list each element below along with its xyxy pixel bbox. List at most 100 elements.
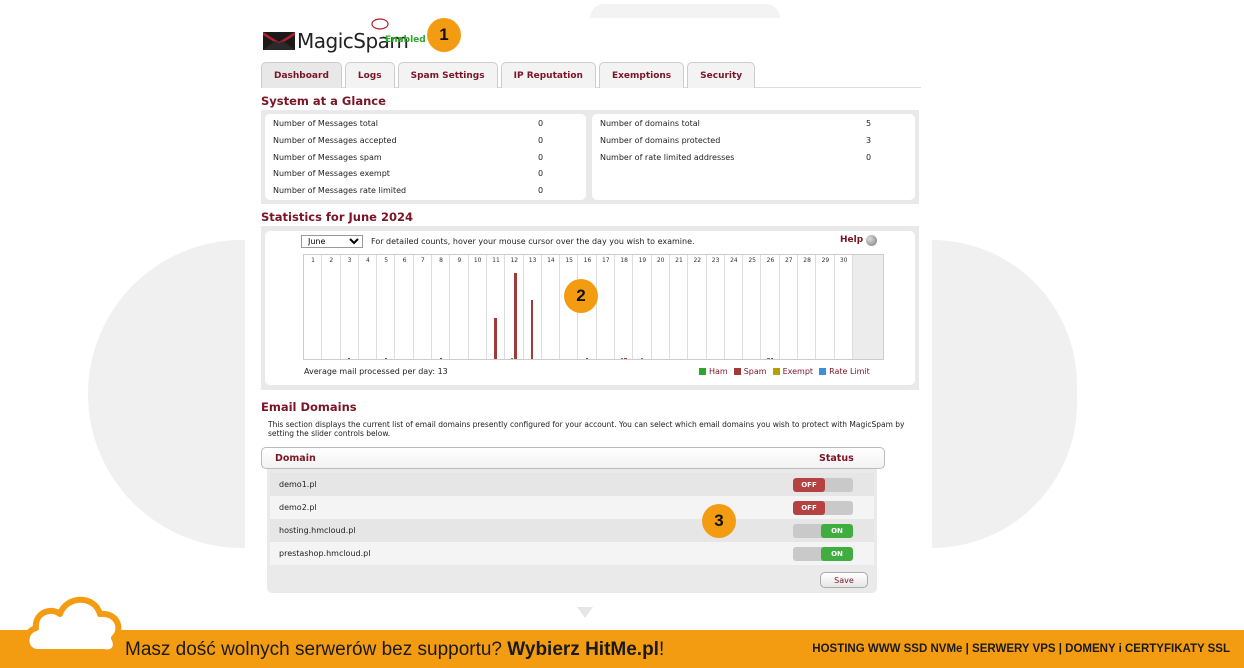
day-column[interactable]: 27 (780, 255, 799, 359)
tab-exemptions[interactable]: Exemptions (598, 62, 685, 88)
day-tick-label: 10 (473, 257, 482, 264)
table-row: demo2.pl OFF (270, 496, 874, 519)
protection-toggle[interactable]: ON (793, 524, 853, 538)
domain-name: hosting.hmcloud.pl (279, 526, 356, 535)
tab-logs[interactable]: Logs (344, 62, 395, 88)
day-column[interactable]: 21 (670, 255, 689, 359)
day-tick-label: 7 (420, 257, 425, 264)
day-column[interactable]: 19 (633, 255, 652, 359)
help-link[interactable]: Help (840, 235, 863, 245)
day-column[interactable]: 28 (798, 255, 817, 359)
stat-label: Number of domains total (600, 119, 700, 128)
background-shape-right (932, 240, 1077, 548)
day-column[interactable]: 30 (835, 255, 853, 359)
day-tick-label: 2 (329, 257, 334, 264)
day-column[interactable]: 20 (652, 255, 670, 359)
day-column[interactable]: 18 (615, 255, 634, 359)
day-tick-label: 26 (766, 257, 775, 264)
day-tick-label: 29 (821, 257, 830, 264)
glance-title: System at a Glance (261, 94, 386, 108)
stat-value: 0 (866, 153, 872, 162)
protection-toggle[interactable]: OFF (793, 501, 853, 515)
day-column[interactable]: 11 (487, 255, 506, 359)
day-column[interactable]: 17 (597, 255, 616, 359)
day-column[interactable]: 22 (688, 255, 707, 359)
day-column[interactable]: 26 (762, 255, 780, 359)
day-column[interactable]: 12 (505, 255, 524, 359)
stat-value: 0 (538, 136, 544, 145)
month-select[interactable]: June (301, 235, 363, 248)
bar-spam (514, 273, 517, 359)
toggle-state: ON (821, 547, 853, 561)
day-column[interactable]: 7 (414, 255, 433, 359)
day-column[interactable]: 24 (725, 255, 744, 359)
day-column[interactable]: 2 (322, 255, 341, 359)
tab-spam-settings[interactable]: Spam Settings (397, 62, 498, 88)
tab-ip-reputation[interactable]: IP Reputation (500, 62, 596, 88)
average-mail: Average mail processed per day: 13 (304, 367, 448, 376)
cloud-icon (23, 596, 122, 656)
day-column[interactable]: 25 (743, 255, 762, 359)
footer-brand[interactable]: Wybierz HitMe.pl (507, 639, 659, 660)
day-column[interactable]: 13 (524, 255, 542, 359)
day-column[interactable]: 14 (542, 255, 561, 359)
domains-title: Email Domains (261, 400, 357, 414)
tab-dashboard[interactable]: Dashboard (261, 62, 342, 88)
footer-services: HOSTING WWW SSD NVMe | SERWERY VPS | DOM… (812, 643, 1230, 655)
bar-spam (770, 357, 774, 359)
protection-toggle[interactable]: OFF (793, 478, 853, 492)
chart-legend: Ham Spam Exempt Rate Limit (699, 367, 870, 376)
pro-badge-icon (371, 18, 389, 30)
day-tick-label: 16 (583, 257, 592, 264)
bar-ham (620, 357, 624, 359)
protection-toggle[interactable]: ON (793, 547, 853, 561)
stat-value: 5 (866, 119, 872, 128)
stat-label: Number of domains protected (600, 136, 721, 145)
legend-swatch-exempt (772, 368, 780, 375)
tab-security[interactable]: Security (687, 62, 756, 88)
day-tick-label: 13 (528, 257, 537, 264)
domain-name: demo1.pl (279, 480, 317, 489)
day-tick-label: 12 (510, 257, 519, 264)
stat-label: Number of Messages rate limited (273, 186, 407, 195)
day-tick-label: 14 (547, 257, 555, 264)
day-tick-label: 11 (492, 257, 500, 264)
stats-hint: For detailed counts, hover your mouse cu… (371, 237, 695, 246)
stat-label: Number of Messages spam (273, 153, 382, 162)
help-icon[interactable] (866, 235, 877, 246)
day-column[interactable]: 23 (707, 255, 725, 359)
legend-label: Spam (743, 367, 767, 376)
toggle-state: OFF (793, 501, 825, 515)
footer-lead: Masz dość wolnych serwerów bez supportu? (125, 639, 508, 660)
day-tick-label: 3 (347, 257, 352, 264)
day-column[interactable]: 5 (377, 255, 396, 359)
day-column[interactable]: 8 (432, 255, 451, 359)
domain-name: prestashop.hmcloud.pl (279, 549, 371, 558)
empty-day-area (853, 255, 883, 359)
bar-ham (640, 357, 644, 359)
day-column[interactable]: 3 (341, 255, 359, 359)
table-row: prestashop.hmcloud.pl ON (270, 542, 874, 565)
day-tick-label: 30 (839, 257, 848, 264)
day-column[interactable]: 10 (469, 255, 487, 359)
legend-label: Exempt (782, 367, 814, 376)
bar-spam (585, 357, 589, 359)
day-column[interactable]: 29 (816, 255, 835, 359)
day-column[interactable]: 4 (359, 255, 378, 359)
day-tick-label: 19 (638, 257, 647, 264)
domains-description: This section displays the current list o… (268, 420, 905, 438)
day-column[interactable]: 6 (396, 255, 414, 359)
down-arrow-icon (577, 607, 593, 618)
day-tick-label: 24 (730, 257, 738, 264)
save-button[interactable]: Save (820, 572, 868, 588)
background-shape-top (590, 4, 780, 18)
day-tick-label: 17 (601, 257, 610, 264)
bar-ham (511, 357, 514, 359)
day-column[interactable]: 9 (450, 255, 469, 359)
day-tick-label: 21 (675, 257, 683, 264)
day-column[interactable]: 1 (304, 255, 323, 359)
marker-2: 2 (564, 279, 598, 313)
day-tick-label: 18 (620, 257, 628, 264)
footer-slogan: Masz dość wolnych serwerów bez supportu?… (125, 639, 664, 661)
col-domain: Domain (275, 453, 316, 464)
